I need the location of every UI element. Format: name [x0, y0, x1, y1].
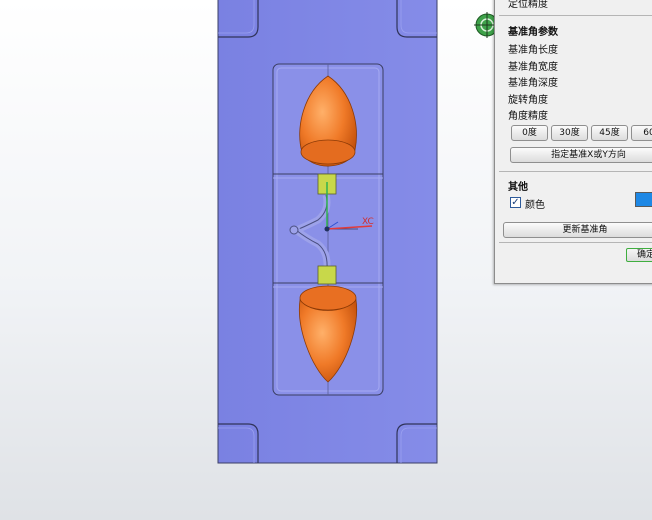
- field-length-label: 基准角长度: [508, 45, 558, 56]
- field-width-label: 基准角宽度: [508, 62, 558, 73]
- other-section-title: 其他: [508, 182, 528, 193]
- color-swatch[interactable]: [635, 192, 652, 207]
- specify-direction-button[interactable]: 指定基准X或Y方向: [510, 147, 652, 163]
- color-checkbox-label: 颜色: [525, 200, 545, 211]
- angle-0-button[interactable]: 0度: [511, 125, 548, 141]
- divider: [499, 15, 652, 16]
- field-rotation-label: 旋转角度: [508, 95, 548, 106]
- field-precision-label: 角度精度: [508, 111, 548, 122]
- angle-60-button[interactable]: 60: [631, 125, 652, 141]
- update-datum-button[interactable]: 更新基准角: [503, 222, 652, 238]
- datum-section-title: 基准角参数: [508, 27, 558, 38]
- angle-45-button[interactable]: 45度: [591, 125, 628, 141]
- datum-corner-dialog: 定位精度 基准角参数 基准角长度 基准角宽度 基准角深度 旋转角度 角度精度 0…: [494, 0, 652, 284]
- field-depth-label: 基准角深度: [508, 78, 558, 89]
- ok-button[interactable]: 确定: [626, 248, 652, 262]
- color-checkbox[interactable]: ✓: [510, 197, 521, 208]
- axis-label-xc: XC: [362, 217, 374, 227]
- angle-30-button[interactable]: 30度: [551, 125, 588, 141]
- cut-off-label: 定位精度: [508, 0, 548, 10]
- divider: [499, 171, 652, 172]
- divider: [499, 242, 652, 243]
- gate-bottom: [317, 265, 337, 285]
